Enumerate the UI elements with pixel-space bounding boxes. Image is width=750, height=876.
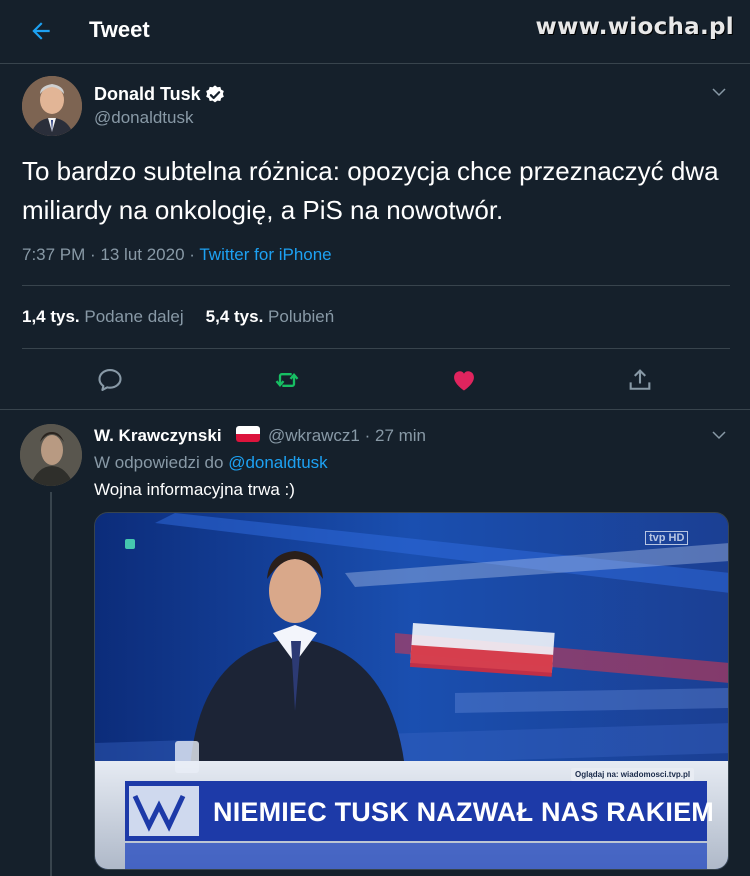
verified-badge-icon [206, 85, 224, 103]
chevron-down-icon[interactable] [710, 426, 728, 444]
like-heart-icon[interactable] [450, 366, 478, 394]
likes-stat[interactable]: 5,4 tys. Polubień [206, 307, 335, 326]
retweets-count: 1,4 tys. [22, 307, 80, 326]
reply-icon[interactable] [96, 366, 124, 394]
reply-author-name[interactable]: W. Krawczynski [94, 426, 222, 446]
share-icon[interactable] [626, 366, 654, 394]
retweets-label: Podane dalej [84, 307, 184, 326]
tv-chyron-text: NIEMIEC TUSK NAZWAŁ NAS RAKIEM [213, 797, 714, 827]
avatar[interactable] [20, 424, 82, 486]
page-title: Tweet [89, 17, 150, 42]
channel-logo: tvp HD [645, 531, 689, 545]
reply-media-image[interactable]: tvp HD Oglądaj na: wiadomosci.tvp.pl NIE… [94, 512, 729, 870]
top-bar: Tweet www.wiocha.pl [0, 0, 750, 64]
replying-mention-link[interactable]: @donaldtusk [228, 453, 328, 472]
back-arrow-icon[interactable] [28, 18, 54, 44]
likes-label: Polubień [268, 307, 335, 326]
chevron-down-icon[interactable] [710, 83, 728, 101]
retweet-icon[interactable] [273, 366, 301, 394]
tweet-meta: 7:37 PM · 13 lut 2020 · Twitter for iPho… [22, 245, 332, 265]
divider [22, 348, 730, 349]
replying-prefix: W odpowiedzi do [94, 453, 229, 472]
likes-count: 5,4 tys. [205, 307, 264, 326]
tweet-source-link[interactable]: Twitter for iPhone [199, 245, 331, 264]
retweets-stat[interactable]: 1,4 tys. Podane dalej [22, 307, 184, 326]
reply-handle-time[interactable]: @wkrawcz1 · 27 min [268, 426, 426, 446]
divider [22, 285, 730, 286]
divider [0, 409, 750, 410]
author-name[interactable]: Donald Tusk [94, 84, 201, 105]
replying-to: W odpowiedzi do @donaldtusk [94, 453, 328, 473]
author-handle[interactable]: @donaldtusk [94, 108, 194, 128]
watermark: www.wiocha.pl [535, 14, 734, 40]
thread-line [50, 492, 52, 876]
tweet-text: To bardzo subtelna różnica: opozycja chc… [22, 156, 719, 225]
tweet-timestamp[interactable]: 7:37 PM · 13 lut 2020 · [22, 245, 199, 264]
tweet-stats: 1,4 tys. Podane dalej 5,4 tys. Polubień [22, 307, 334, 327]
poland-flag-icon [236, 426, 260, 442]
avatar[interactable] [22, 76, 82, 136]
reply-text: Wojna informacyjna trwa :) [94, 480, 295, 499]
tv-website-label: Oglądaj na: wiadomosci.tvp.pl [571, 768, 695, 781]
